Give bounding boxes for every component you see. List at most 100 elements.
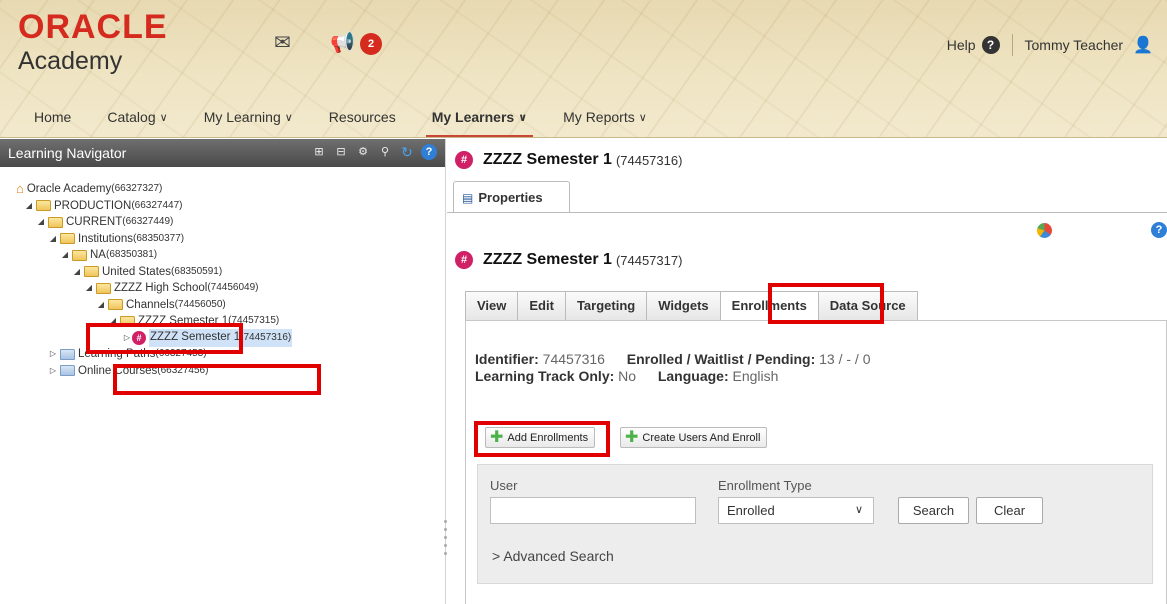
pie-chart-icon[interactable] xyxy=(1037,223,1052,238)
chevron-down-icon: ∨ xyxy=(284,111,293,124)
advanced-search-label: Advanced Search xyxy=(503,548,614,564)
enrollment-info: Identifier: 74457316 Enrolled / Waitlist… xyxy=(475,351,871,385)
tree-node-production[interactable]: ◢ PRODUCTION (66327447) xyxy=(0,198,445,215)
highlight-box-add-enrollments xyxy=(474,421,610,457)
tree-code: (66327447) xyxy=(131,199,183,211)
section-title: # ZZZZ Semester 1 (74457317) xyxy=(455,251,682,269)
tab-view[interactable]: View xyxy=(465,291,519,320)
megaphone-icon[interactable]: 📢 xyxy=(330,30,355,55)
tree-label: CURRENT xyxy=(66,216,123,228)
search-panel: User Enrollment Type Enrolled ∨ Search C… xyxy=(477,464,1153,584)
tree-label: Channels xyxy=(126,298,175,311)
tree-node-na[interactable]: ◢ NA (68350381) xyxy=(0,247,445,264)
learning-navigator-title: Learning Navigator xyxy=(8,145,127,161)
hash-channel-icon: # xyxy=(455,251,473,269)
notification-badge[interactable]: 2 xyxy=(360,33,382,55)
nav-my-learning[interactable]: My Learning ∨ xyxy=(203,96,293,137)
advanced-search-toggle[interactable]: > Advanced Search xyxy=(492,548,614,564)
identifier-value: 74457316 xyxy=(542,351,605,367)
home-icon: ⌂ xyxy=(16,181,24,196)
expand-all-icon[interactable]: ⊞ xyxy=(311,144,327,160)
search-icon[interactable]: ⚲ xyxy=(377,144,393,160)
settings-icon[interactable]: ⚙ xyxy=(355,144,371,160)
divider xyxy=(447,212,1167,213)
oracle-academy-logo[interactable]: ORACLE Academy xyxy=(18,10,168,78)
nav-label: My Reports xyxy=(563,109,635,125)
folder-open-icon xyxy=(60,233,75,245)
tree-node-channels[interactable]: ◢ Channels (74456050) xyxy=(0,297,445,314)
tab-properties[interactable]: ▤ Properties xyxy=(453,181,570,213)
tree-node-united-states[interactable]: ◢ United States (68350591) xyxy=(0,264,445,281)
language-value: English xyxy=(732,368,779,384)
nav-label: My Learning xyxy=(203,109,281,125)
tree-node-current[interactable]: ◢ CURRENT (66327449) xyxy=(0,214,445,231)
search-button[interactable]: Search xyxy=(898,497,969,524)
nav-home[interactable]: Home xyxy=(34,96,72,137)
collapsed-triangle-icon[interactable]: ▷ xyxy=(48,346,58,363)
collapsed-triangle-icon[interactable]: ▷ xyxy=(48,363,58,380)
expanded-triangle-icon[interactable]: ◢ xyxy=(48,231,58,248)
expanded-triangle-icon[interactable]: ◢ xyxy=(72,264,82,281)
track-value: No xyxy=(618,368,637,384)
nav-my-reports[interactable]: My Reports ∨ xyxy=(563,96,647,137)
tree-node-institutions[interactable]: ◢ Institutions (68350377) xyxy=(0,231,445,248)
expanded-triangle-icon[interactable]: ◢ xyxy=(96,297,106,314)
user-name[interactable]: Tommy Teacher xyxy=(1025,37,1124,53)
enrollment-type-label: Enrollment Type xyxy=(718,478,812,493)
folder-open-icon xyxy=(96,282,111,294)
tab-widgets[interactable]: Widgets xyxy=(647,291,721,320)
clear-button[interactable]: Clear xyxy=(976,497,1043,524)
create-users-and-enroll-button[interactable]: ✚ Create Users And Enroll xyxy=(620,427,768,448)
header-right: Help ? Tommy Teacher 👤 xyxy=(947,34,1153,56)
tree-node-oracle-academy[interactable]: ⌂ Oracle Academy (66327327) xyxy=(0,181,445,198)
page-title-code: (74457316) xyxy=(615,152,683,168)
help-icon[interactable]: ? xyxy=(981,36,1000,54)
collapse-all-icon[interactable]: ⊟ xyxy=(333,144,349,160)
expanded-triangle-icon[interactable]: ◢ xyxy=(60,247,70,264)
details-panel: # ZZZZ Semester 1 (74457316) ▤ Properties… xyxy=(447,139,1167,604)
refresh-icon[interactable]: ↻ xyxy=(399,144,415,160)
tree-label: Oracle Academy xyxy=(26,183,112,195)
expanded-triangle-icon[interactable]: ◢ xyxy=(84,280,94,297)
help-icon[interactable]: ? xyxy=(421,144,437,160)
logo-academy-text: Academy xyxy=(18,47,123,75)
plus-icon: ✚ xyxy=(625,428,639,446)
chevron-right-icon: > xyxy=(492,548,501,564)
mail-icon[interactable]: ✉ xyxy=(274,30,291,55)
nav-catalog[interactable]: Catalog ∨ xyxy=(107,96,168,137)
enrolled-value: 13 / - / 0 xyxy=(819,351,871,367)
folder-icon xyxy=(60,365,75,377)
user-input[interactable] xyxy=(490,497,696,524)
tree-code: (68350377) xyxy=(132,232,185,244)
tree-code: (68350591) xyxy=(171,265,223,277)
chevron-down-icon: ∨ xyxy=(159,111,168,124)
language-label: Language: xyxy=(657,368,729,384)
nav-label: Resources xyxy=(328,109,396,125)
help-link[interactable]: Help xyxy=(947,37,976,53)
user-icon[interactable]: 👤 xyxy=(1133,35,1153,55)
info-row-1: Identifier: 74457316 Enrolled / Waitlist… xyxy=(475,351,871,368)
tree-code: (74456050) xyxy=(174,298,226,310)
tree-code: (74456049) xyxy=(207,282,259,293)
highlight-box-channels xyxy=(86,323,243,354)
tab-targeting[interactable]: Targeting xyxy=(565,291,648,320)
chevron-down-icon: ∨ xyxy=(854,504,863,516)
tab-label: Properties xyxy=(478,190,543,205)
nav-label: My Learners xyxy=(431,109,515,125)
tree-code: (74457316) xyxy=(240,332,292,343)
tab-edit[interactable]: Edit xyxy=(518,291,566,320)
chevron-down-icon: ∨ xyxy=(518,111,528,124)
expanded-triangle-icon[interactable]: ◢ xyxy=(36,214,46,231)
help-icon[interactable]: ? xyxy=(1151,222,1167,238)
hash-channel-icon: # xyxy=(455,151,473,169)
nav-resources[interactable]: Resources xyxy=(328,96,396,137)
section-title-code: (74457317) xyxy=(615,252,683,268)
nav-label: Home xyxy=(34,109,72,125)
nav-label: Catalog xyxy=(107,109,156,125)
button-label: Create Users And Enroll xyxy=(642,431,761,444)
tree-node-high-school[interactable]: ◢ ZZZZ High School (74456049) xyxy=(0,280,445,297)
tree-label: PRODUCTION xyxy=(54,199,132,212)
enrollment-type-select[interactable]: Enrolled ∨ xyxy=(718,497,874,524)
nav-my-learners[interactable]: My Learners ∨ xyxy=(425,96,534,137)
expanded-triangle-icon[interactable]: ◢ xyxy=(24,198,34,215)
